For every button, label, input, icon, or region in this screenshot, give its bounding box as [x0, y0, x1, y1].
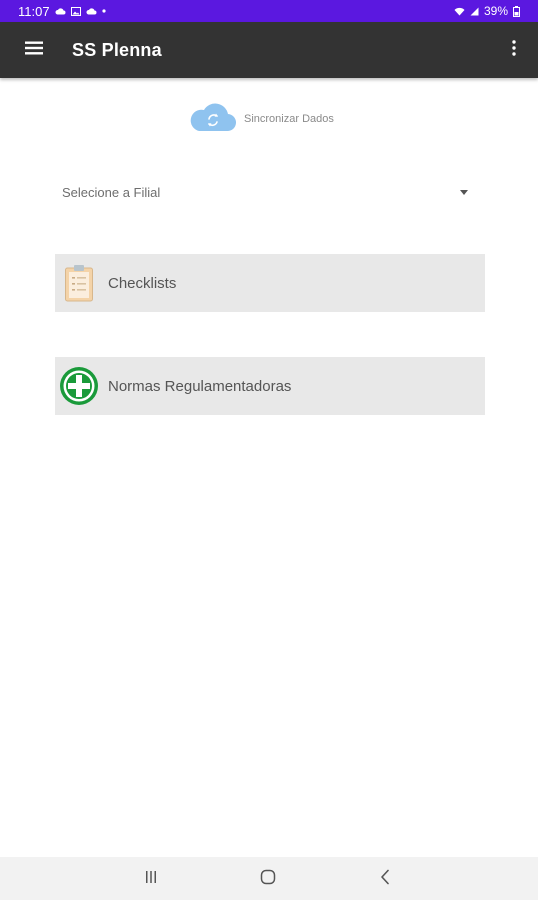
- normas-regulamentadoras-button[interactable]: Normas Regulamentadoras: [55, 357, 485, 415]
- status-time: 11:07: [18, 3, 50, 19]
- dropdown-arrow-icon: [460, 189, 468, 195]
- system-nav-bar: [0, 857, 538, 900]
- battery-percent: 39%: [483, 4, 508, 18]
- branch-select-placeholder: Selecione a Filial: [62, 184, 161, 200]
- overflow-menu-button[interactable]: [502, 30, 526, 70]
- recents-icon: [144, 870, 158, 889]
- signal-icon: [470, 7, 479, 16]
- wifi-icon: [454, 7, 465, 16]
- app-root: 11:07 39% SS Plenna Sincronizar Dados Se…: [0, 0, 538, 900]
- status-right: 39%: [454, 4, 520, 18]
- normas-regulamentadoras-label: Normas Regulamentadoras: [108, 377, 292, 395]
- status-left: 11:07: [18, 4, 106, 19]
- recents-button[interactable]: [139, 867, 163, 891]
- dot-icon: [101, 9, 106, 13]
- home-button[interactable]: [256, 867, 280, 891]
- sync-label: Sincronizar Dados: [244, 112, 334, 125]
- cloud-sync-icon: [190, 100, 237, 137]
- back-button[interactable]: [373, 867, 397, 891]
- checklists-label: Checklists: [108, 274, 177, 292]
- hamburger-menu-button[interactable]: [14, 30, 54, 70]
- sync-data-button[interactable]: Sincronizar Dados: [190, 100, 334, 137]
- cloud-icon: [86, 7, 97, 15]
- clipboard-icon: [58, 262, 100, 304]
- battery-icon: [513, 5, 520, 17]
- more-vert-icon: [512, 39, 516, 61]
- status-bar: 11:07 39%: [0, 0, 538, 22]
- image-icon: [70, 6, 81, 16]
- cloud-icon: [55, 7, 66, 15]
- safety-cross-icon: [58, 365, 100, 407]
- app-bar: SS Plenna: [0, 22, 538, 78]
- home-icon: [260, 869, 276, 890]
- branch-select[interactable]: Selecione a Filial: [62, 178, 472, 206]
- app-title: SS Plenna: [72, 39, 162, 60]
- checklists-button[interactable]: Checklists: [55, 254, 485, 312]
- back-icon: [380, 869, 390, 890]
- hamburger-menu-icon: [24, 40, 44, 61]
